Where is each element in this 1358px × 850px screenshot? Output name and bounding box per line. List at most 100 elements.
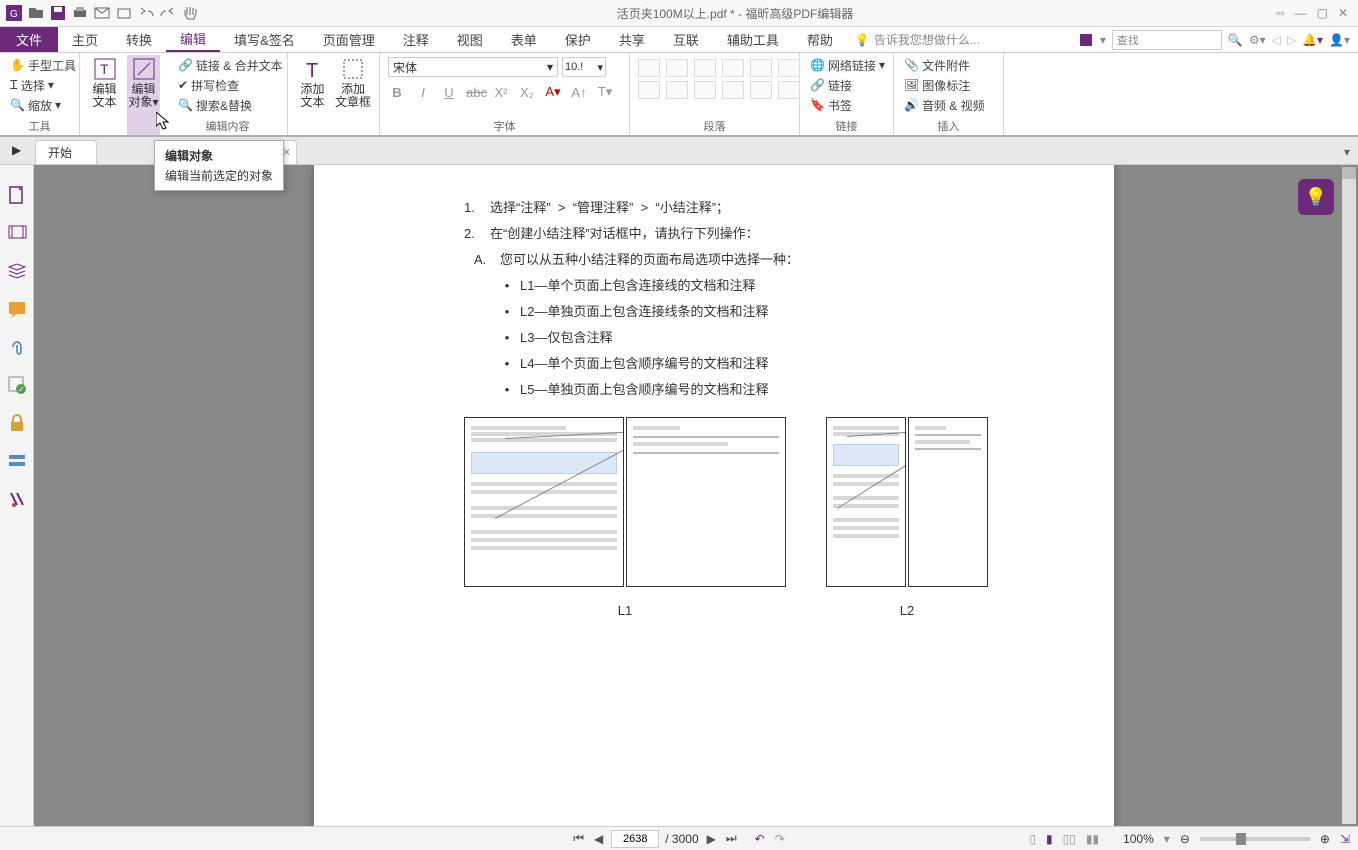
image-annot-button[interactable]: 🖼 图像标注 xyxy=(902,75,987,95)
menu-view[interactable]: 视图 xyxy=(443,27,497,52)
strike-button[interactable]: abc xyxy=(466,85,484,100)
minimize-icon[interactable]: — xyxy=(1295,6,1307,20)
next-page-button[interactable]: ▶ xyxy=(705,832,718,846)
comments-panel-icon[interactable] xyxy=(7,299,27,319)
snapshot-icon[interactable] xyxy=(116,5,132,21)
underline-button[interactable]: U xyxy=(440,85,458,100)
menu-fillsign[interactable]: 填写&签名 xyxy=(220,27,309,52)
font-color-button[interactable]: A▾ xyxy=(544,84,562,100)
user-icon[interactable]: 👤▾ xyxy=(1329,33,1350,47)
fit-page-button[interactable]: ⇲ xyxy=(1340,832,1350,846)
ribbon-opts-icon[interactable]: ▫▫ xyxy=(1276,6,1285,20)
spacing-button[interactable] xyxy=(750,59,772,77)
search-replace-button[interactable]: 🔍 搜索&替换 xyxy=(176,95,285,115)
security-panel-icon[interactable] xyxy=(7,413,27,433)
subscript-button[interactable]: X₂ xyxy=(518,85,536,100)
edit-object-button[interactable]: 编辑 对象▾ xyxy=(127,55,160,135)
signatures-panel-icon[interactable]: ✓ xyxy=(7,375,27,395)
menu-share[interactable]: 共享 xyxy=(605,27,659,52)
bell-icon[interactable]: 🔔▾ xyxy=(1302,33,1323,47)
skin-icon[interactable] xyxy=(1078,32,1094,48)
prev-page-button[interactable]: ◀ xyxy=(592,832,605,846)
pages-panel-icon[interactable] xyxy=(7,185,27,205)
menu-convert[interactable]: 转换 xyxy=(112,27,166,52)
last-page-button[interactable]: ⏭ xyxy=(724,831,739,846)
print-icon[interactable] xyxy=(72,5,88,21)
menu-comment[interactable]: 注释 xyxy=(389,27,443,52)
menu-home[interactable]: 主页 xyxy=(58,27,112,52)
line-height-button[interactable] xyxy=(778,81,800,99)
para-opts-button[interactable] xyxy=(778,59,800,77)
open-icon[interactable] xyxy=(28,5,44,21)
grow-font-button[interactable]: A↑ xyxy=(570,85,588,100)
menu-form[interactable]: 表单 xyxy=(497,27,551,52)
indent-button[interactable] xyxy=(722,59,744,77)
zoom-tool[interactable]: 🔍 缩放 ▾ xyxy=(8,95,78,115)
prev-result-icon[interactable]: ◁ xyxy=(1272,33,1281,47)
menu-pages[interactable]: 页面管理 xyxy=(309,27,389,52)
align-right-button[interactable] xyxy=(694,81,716,99)
maximize-icon[interactable]: ▢ xyxy=(1317,6,1328,20)
number-list-button[interactable] xyxy=(666,59,688,77)
align-dist-button[interactable] xyxy=(750,81,772,99)
bookmark-button[interactable]: 🔖 书签 xyxy=(808,95,887,115)
tips-bulb-icon[interactable]: 💡 xyxy=(1298,179,1334,215)
nav-collapse-icon[interactable]: ▶ xyxy=(12,143,21,157)
superscript-button[interactable]: X² xyxy=(492,85,510,100)
align-justify-button[interactable] xyxy=(722,81,744,99)
align-left-button[interactable] xyxy=(638,81,660,99)
menu-file[interactable]: 文件 xyxy=(0,27,58,52)
articles-panel-icon[interactable] xyxy=(7,489,27,509)
font-size-select[interactable]: 10.!▾ xyxy=(562,57,606,77)
search-opts-icon[interactable]: ⚙▾ xyxy=(1249,33,1266,47)
spell-check-button[interactable]: ✔ 拼写检查 xyxy=(176,75,285,95)
select-tool[interactable]: Ꮖ 选择 ▾ xyxy=(8,75,78,95)
mail-icon[interactable] xyxy=(94,5,110,21)
add-text-button[interactable]: T添加 文本 xyxy=(296,55,329,135)
next-result-icon[interactable]: ▷ xyxy=(1287,33,1296,47)
rotate-cw-button[interactable]: ↷ xyxy=(773,832,787,846)
search-go-icon[interactable]: 🔍 xyxy=(1228,33,1243,47)
save-icon[interactable] xyxy=(50,5,66,21)
menu-help[interactable]: 帮助 xyxy=(793,27,847,52)
tell-me[interactable]: 💡 告诉我您想做什么... xyxy=(855,27,980,52)
tab-close-icon[interactable]: × xyxy=(283,145,290,159)
zoom-out-button[interactable]: ⊖ xyxy=(1180,832,1190,846)
first-page-button[interactable]: ⏮ xyxy=(571,831,586,846)
bullet-list-button[interactable] xyxy=(638,59,660,77)
layers-panel-icon[interactable] xyxy=(7,261,27,281)
redo-icon[interactable] xyxy=(160,5,176,21)
align-center-button[interactable] xyxy=(666,81,688,99)
rotate-ccw-button[interactable]: ↶ xyxy=(753,832,767,846)
zoom-in-button[interactable]: ⊕ xyxy=(1320,832,1330,846)
close-icon[interactable]: ✕ xyxy=(1338,6,1348,20)
view-cont-facing-icon[interactable]: ▮▮ xyxy=(1086,832,1099,846)
outdent-button[interactable] xyxy=(694,59,716,77)
undo-icon[interactable] xyxy=(138,5,154,21)
view-continuous-icon[interactable]: ▮ xyxy=(1046,832,1053,846)
attachments-panel-icon[interactable] xyxy=(7,337,27,357)
web-link-button[interactable]: 🌐 网络链接 ▾ xyxy=(808,55,887,75)
tab-dropdown-icon[interactable]: ▾ xyxy=(1344,145,1350,159)
link-button[interactable]: 🔗 链接 xyxy=(808,75,887,95)
tab-start[interactable]: 开始 xyxy=(35,140,97,164)
attach-button[interactable]: 📎 文件附件 xyxy=(902,55,987,75)
italic-button[interactable]: I xyxy=(414,85,432,100)
vertical-scrollbar[interactable] xyxy=(1342,167,1356,824)
link-merge-button[interactable]: 🔗 链接 & 合并文本 xyxy=(176,55,285,75)
bold-button[interactable]: B xyxy=(388,85,406,100)
menu-protect[interactable]: 保护 xyxy=(551,27,605,52)
menu-access[interactable]: 辅助工具 xyxy=(713,27,793,52)
av-button[interactable]: 🔊 音频 & 视频 xyxy=(902,95,987,115)
case-button[interactable]: T▾ xyxy=(596,84,614,100)
page-number-input[interactable] xyxy=(611,830,659,848)
document-canvas[interactable]: 💡 1.选择“注释” > “管理注释” > “小结注释”； 2.在“创建小结注释… xyxy=(34,165,1358,826)
view-single-icon[interactable]: ▯ xyxy=(1029,832,1036,846)
hand-tool[interactable]: ✋ 手型工具 xyxy=(8,55,78,75)
bookmarks-panel-icon[interactable] xyxy=(7,223,27,243)
fields-panel-icon[interactable] xyxy=(7,451,27,471)
view-facing-icon[interactable]: ▯▯ xyxy=(1063,832,1076,846)
menu-connect[interactable]: 互联 xyxy=(659,27,713,52)
hand-dd-icon[interactable] xyxy=(182,5,198,21)
zoom-slider[interactable] xyxy=(1200,837,1310,841)
